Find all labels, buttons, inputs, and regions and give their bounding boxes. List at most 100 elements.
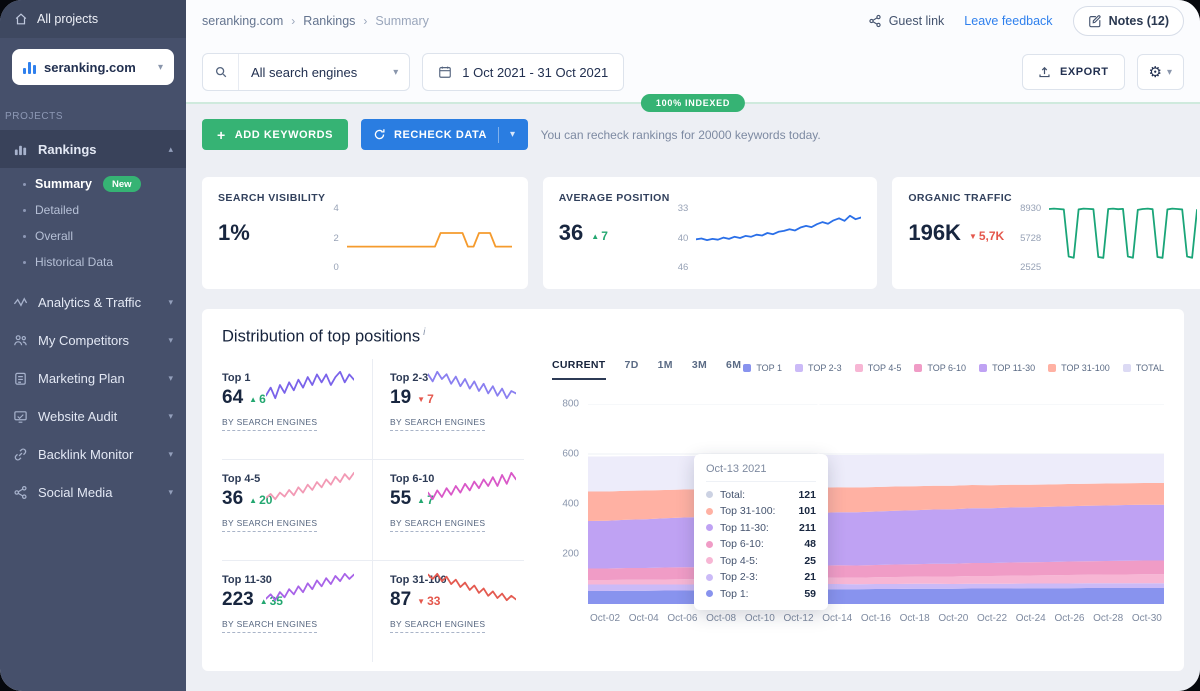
sidebar-subitem-detailed[interactable]: Detailed [0,197,186,223]
top1-sparkline [266,370,354,400]
add-keywords-label: ADD KEYWORDS [235,129,333,141]
tab-3m[interactable]: 3M [692,359,707,380]
by-search-engines-link[interactable]: BY SEARCH ENGINES [390,518,485,532]
position-change: 7 [591,229,608,243]
rankings-subnav: Summary New Detailed Overall Historical … [0,168,186,283]
website-audit-icon [13,409,28,424]
distribution-card: Distribution of top positionsi Top 1 646… [202,309,1184,671]
project-selector[interactable]: seranking.com ▾ [12,49,174,85]
chevron-down-icon: ▾ [168,487,173,498]
dot-icon [706,590,713,597]
legend-swatch [914,364,922,372]
button-divider [498,127,499,143]
stacked-area-chart[interactable]: 800 600 400 200 Oct-13 2021 Total:121 To… [588,404,1164,604]
by-search-engines-link[interactable]: BY SEARCH ENGINES [222,417,317,431]
organic-traffic-card: ORGANIC TRAFFIC 196K 5,7K 893057282525 [892,177,1200,289]
notes-button[interactable]: Notes (12) [1073,6,1184,36]
subitem-label: Historical Data [35,255,113,269]
top31-100-card: Top 31-100 8733 BY SEARCH ENGINES [373,561,524,662]
recheck-hint-text: You can recheck rankings for 20000 keywo… [541,128,821,142]
sidebar-item-my-competitors[interactable]: My Competitors ▾ [0,321,186,359]
tab-7d[interactable]: 7D [625,359,639,380]
by-search-engines-link[interactable]: BY SEARCH ENGINES [222,518,317,532]
sidebar-nav: Rankings ▴ Summary New Detailed Overall [0,130,186,511]
dot-icon [706,508,713,515]
legend-top1[interactable]: TOP 1 [743,363,782,373]
tab-1m[interactable]: 1M [658,359,673,380]
distribution-title: Distribution of top positionsi [222,327,1164,347]
sidebar-item-rankings[interactable]: Rankings ▴ [0,130,186,168]
chevron-down-icon: ▾ [168,373,173,384]
by-search-engines-link[interactable]: BY SEARCH ENGINES [390,619,485,633]
date-range-picker[interactable]: 1 Oct 2021 - 31 Oct 2021 [422,53,624,91]
by-search-engines-link[interactable]: BY SEARCH ENGINES [390,417,485,431]
legend-top31-100[interactable]: TOP 31-100 [1048,363,1110,373]
distribution-chart-pane: CURRENT 7D 1M 3M 6M TOP 1 TOP 2-3 TOP 4-… [524,359,1164,662]
sidebar: All projects seranking.com ▾ PROJECTS Ra… [0,0,186,691]
top4-5-sparkline [266,471,354,501]
chevron-down-icon: ▾ [158,62,163,73]
sidebar-subitem-overall[interactable]: Overall [0,223,186,249]
traffic-sparkline [1049,202,1197,264]
search-icon [203,54,239,90]
guest-link-label: Guest link [889,14,945,28]
breadcrumb-summary: Summary [375,14,428,28]
breadcrumb-separator: › [291,14,295,28]
card-title: SEARCH VISIBILITY [218,192,326,204]
traffic-change: 5,7K [969,229,1004,243]
position-value: 36 [559,220,583,246]
marketing-plan-icon [13,371,28,386]
top31-100-sparkline [428,572,516,602]
dot-icon [706,491,713,498]
recheck-data-button[interactable]: RECHECK DATA ▾ [361,119,528,150]
legend-swatch [1048,364,1056,372]
tab-6m[interactable]: 6M [726,359,741,380]
info-icon[interactable]: i [423,327,425,338]
sidebar-item-label: My Competitors [38,333,129,348]
subitem-label: Overall [35,229,73,243]
bullet-dot [23,209,26,212]
sidebar-item-website-audit[interactable]: Website Audit ▾ [0,397,186,435]
legend-top6-10[interactable]: TOP 6-10 [914,363,966,373]
y-axis-ticks: 334046 [678,202,689,274]
breadcrumb-project[interactable]: seranking.com [202,14,283,28]
backlink-icon [13,447,28,462]
plus-icon: + [217,128,226,142]
legend-top2-3[interactable]: TOP 2-3 [795,363,842,373]
chevron-down-icon: ▾ [168,411,173,422]
all-projects-label: All projects [37,12,98,26]
legend-swatch [1123,364,1131,372]
indexed-progress-bar: 100% INDEXED [186,102,1200,104]
search-visibility-card: SEARCH VISIBILITY 1% 420 [202,177,528,289]
sidebar-item-social-media[interactable]: Social Media ▾ [0,473,186,511]
y-tick: 600 [562,448,579,459]
legend-total[interactable]: TOTAL [1123,363,1164,373]
add-keywords-button[interactable]: + ADD KEYWORDS [202,119,348,150]
all-projects-link[interactable]: All projects [0,0,186,38]
guest-link-button[interactable]: Guest link [868,14,945,28]
sidebar-subitem-historical-data[interactable]: Historical Data [0,249,186,275]
top6-10-card: Top 6-10 557 BY SEARCH ENGINES [373,460,524,561]
sidebar-item-analytics-traffic[interactable]: Analytics & Traffic ▾ [0,283,186,321]
leave-feedback-link[interactable]: Leave feedback [964,14,1052,28]
stacked-area-plot [588,404,1164,604]
export-button[interactable]: EXPORT [1022,54,1125,90]
share-icon [868,14,882,28]
project-chart-icon [23,61,36,74]
breadcrumb-rankings[interactable]: Rankings [303,14,355,28]
date-range-value: 1 Oct 2021 - 31 Oct 2021 [462,65,608,80]
chevron-down-icon: ▾ [168,335,173,346]
by-search-engines-link[interactable]: BY SEARCH ENGINES [222,619,317,633]
legend-top11-30[interactable]: TOP 11-30 [979,363,1035,373]
sidebar-item-backlink-monitor[interactable]: Backlink Monitor ▾ [0,435,186,473]
y-tick: 800 [562,398,579,409]
position-sparkline [696,202,861,264]
settings-button[interactable]: ⚙ ▾ [1137,54,1184,90]
legend-top4-5[interactable]: TOP 4-5 [855,363,902,373]
search-engine-select[interactable]: All search engines ▾ [202,53,410,91]
chart-tooltip: Oct-13 2021 Total:121 Top 31-100:101 Top… [694,454,828,611]
tab-current[interactable]: CURRENT [552,359,606,380]
sidebar-subitem-summary[interactable]: Summary New [0,171,186,197]
sidebar-item-marketing-plan[interactable]: Marketing Plan ▾ [0,359,186,397]
top11-30-card: Top 11-30 22335 BY SEARCH ENGINES [222,561,373,662]
